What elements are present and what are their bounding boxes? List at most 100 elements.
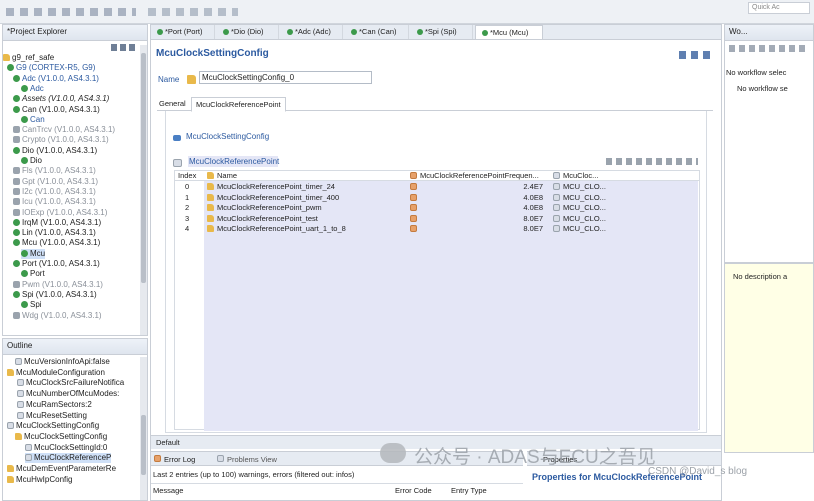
row-name: McuClockReferencePoint_uart_1_to_8 — [217, 224, 346, 233]
outline-scroll-thumb[interactable] — [141, 415, 146, 475]
tree-item[interactable]: I2c (V1.0.0, AS4.3.1) — [13, 187, 96, 197]
tree-item[interactable]: Assets (V1.0.0, AS4.3.1) — [13, 94, 109, 104]
quick-access[interactable]: Quick Ac — [748, 2, 810, 14]
editor-tab[interactable]: *Port (Port) — [151, 25, 215, 39]
tree-item[interactable]: Adc (V1.0.0, AS4.3.1) — [13, 74, 99, 84]
tree-item[interactable]: Can — [21, 115, 45, 125]
tab-mcu-clock-reference-point[interactable]: McuClockReferencePoint — [191, 97, 286, 112]
outline-item[interactable]: McuClockSettingConfig — [15, 432, 107, 442]
outline-item[interactable]: McuClockSettingId:0 — [25, 443, 107, 453]
outline-item[interactable]: McuVersionInfoApi:false — [15, 357, 110, 367]
explorer-toolbar-icons[interactable] — [111, 44, 135, 51]
outline-item-label: McuVersionInfoApi:false — [24, 357, 110, 366]
toolbar-icons[interactable] — [6, 8, 136, 16]
problems-icon — [217, 455, 224, 462]
explorer-scroll-thumb[interactable] — [141, 53, 146, 283]
module-icon — [21, 157, 28, 164]
table-row[interactable]: 2 McuClockReferencePoint_pwm 4.0E8 MCU_CLO.… — [175, 203, 699, 213]
col-index[interactable]: Index — [178, 171, 196, 181]
tree-item[interactable]: Dio — [21, 156, 42, 166]
outline-scrollbar[interactable] — [140, 357, 147, 500]
tree-item[interactable]: Icu (V1.0.0, AS4.3.1) — [13, 197, 96, 207]
tree-item[interactable]: CanTrcv (V1.0.0, AS4.3.1) — [13, 125, 115, 135]
module-icon — [13, 260, 20, 267]
table-toolbar-icons[interactable] — [606, 158, 698, 165]
tree-item-label: g9_ref_safe — [12, 53, 55, 62]
mcu-clock-setting-link[interactable]: McuClockSettingConfig — [186, 132, 269, 141]
table-row[interactable]: 1 McuClockReferencePoint_timer_400 4.0E8 MC… — [175, 193, 699, 203]
outline-item-label: McuDemEventParameterRe — [16, 464, 117, 473]
tree-item[interactable]: Can (V1.0.0, AS4.3.1) — [13, 105, 100, 115]
table-row[interactable]: 3 McuClockReferencePoint_test 8.0E7 MCU_CLO… — [175, 214, 699, 224]
tree-item-label: Spi (V1.0.0, AS4.3.1) — [22, 289, 97, 299]
error-log-icon — [154, 455, 161, 462]
outline-item[interactable]: McuModuleConfiguration — [7, 368, 105, 378]
tree-item[interactable]: Mcu — [21, 248, 46, 259]
col-clock-ref[interactable]: McuCloc... — [563, 171, 598, 181]
project-explorer-title[interactable]: *Project Explorer — [7, 27, 67, 36]
editor-tab-label: *Dio (Dio) — [231, 27, 264, 36]
tab-error-log[interactable]: Error Log — [164, 455, 195, 464]
outline-item[interactable]: McuResetSetting — [17, 411, 87, 421]
explorer-scrollbar[interactable] — [140, 45, 147, 335]
col-message[interactable]: Message — [153, 486, 183, 495]
table-row[interactable]: 4 McuClockReferencePoint_uart_1_to_8 8.0E7… — [175, 224, 699, 234]
tree-item[interactable]: Mcu (V1.0.0, AS4.3.1) — [13, 238, 100, 248]
name-input[interactable]: McuClockSettingConfig_0 — [199, 71, 372, 84]
editor-tab[interactable]: *Adc (Adc) — [281, 25, 343, 39]
tree-item[interactable]: Dio (V1.0.0, AS4.3.1) — [13, 146, 97, 156]
tree-item[interactable]: Fls (V1.0.0, AS4.3.1) — [13, 166, 96, 176]
col-error-code[interactable]: Error Code — [395, 486, 432, 495]
row-folder-icon — [207, 183, 214, 190]
outline-item-label: McuModuleConfiguration — [16, 367, 105, 377]
outline-title[interactable]: Outline — [7, 341, 32, 350]
project-explorer-panel: *Project Explorer g9_ref_safe G9 (CORTEX-… — [2, 24, 148, 336]
tree-item[interactable]: Gpt (V1.0.0, AS4.3.1) — [13, 177, 98, 187]
outline-item[interactable]: McuClockReferenceP — [25, 453, 112, 464]
outline-item[interactable]: McuClockSrcFailureNotifica — [17, 378, 124, 388]
parameter-icon — [25, 454, 32, 462]
tree-item-label: Port (V1.0.0, AS4.3.1) — [22, 259, 100, 268]
tree-item[interactable]: Lin (V1.0.0, AS4.3.1) — [13, 228, 96, 238]
row-index: 3 — [185, 213, 190, 223]
outline-item-label: McuHwIpConfig — [16, 474, 73, 484]
table-header: Index Name McuClockReferencePointFrequen… — [175, 171, 699, 181]
tree-item[interactable]: Port (V1.0.0, AS4.3.1) — [13, 259, 100, 269]
workflow-title[interactable]: Wo... — [729, 27, 748, 36]
tab-general[interactable]: General — [159, 99, 186, 108]
tree-item[interactable]: Spi (V1.0.0, AS4.3.1) — [13, 290, 97, 300]
editor-tab[interactable]: *Mcu (Mcu) — [475, 25, 543, 39]
tree-item[interactable]: Crypto (V1.0.0, AS4.3.1) — [13, 135, 109, 145]
col-frequency[interactable]: McuClockReferencePointFrequen... — [420, 171, 539, 181]
tree-item[interactable]: Pwm (V1.0.0, AS4.3.1) — [13, 280, 103, 290]
outline-item[interactable]: McuDemEventParameterRe — [7, 464, 116, 474]
outline-item[interactable]: McuClockSettingConfig — [7, 421, 99, 431]
tree-item[interactable]: G9 (CORTEX-R5, G9) — [7, 63, 95, 73]
editor-tab[interactable]: *Dio (Dio) — [217, 25, 279, 39]
table-row[interactable]: 0 McuClockReferencePoint_timer_24 2.4E7 MCU… — [175, 182, 699, 192]
col-name[interactable]: Name — [217, 171, 237, 181]
outline-item[interactable]: McuNumberOfMcuModes: — [17, 389, 119, 399]
content-frame: McuClockSettingConfig McuClockReferenceP… — [165, 111, 707, 433]
editor-tab[interactable]: *Can (Can) — [345, 25, 409, 39]
editor-header-icons[interactable] — [679, 51, 713, 59]
toolbar-icons-2[interactable] — [148, 8, 238, 16]
col-entry-type[interactable]: Entry Type — [451, 486, 487, 495]
tree-item[interactable]: Adc — [21, 84, 44, 94]
folder-icon — [7, 465, 14, 472]
outline-item[interactable]: McuHwIpConfig — [7, 475, 72, 485]
tree-item[interactable]: Spi — [21, 300, 42, 310]
tree-item-label: IrqM (V1.0.0, AS4.3.1) — [22, 217, 102, 227]
tab-default[interactable]: Default — [156, 438, 180, 447]
row-freq-icon — [410, 204, 417, 211]
tree-item[interactable]: IOExp (V1.0.0, AS4.3.1) — [13, 208, 107, 218]
workflow-toolbar[interactable] — [729, 45, 809, 52]
editor-tab[interactable]: *Spi (Spi) — [411, 25, 473, 39]
tree-item[interactable]: Wdg (V1.0.0, AS4.3.1) — [13, 311, 102, 321]
outline-item[interactable]: McuRamSectors:2 — [17, 400, 92, 410]
tree-item[interactable]: g9_ref_safe — [3, 53, 54, 63]
tree-item-label: I2c (V1.0.0, AS4.3.1) — [22, 186, 96, 196]
tab-problems-view[interactable]: Problems View — [227, 455, 277, 464]
tree-item[interactable]: Port — [21, 269, 45, 279]
tree-item[interactable]: IrqM (V1.0.0, AS4.3.1) — [13, 218, 101, 228]
